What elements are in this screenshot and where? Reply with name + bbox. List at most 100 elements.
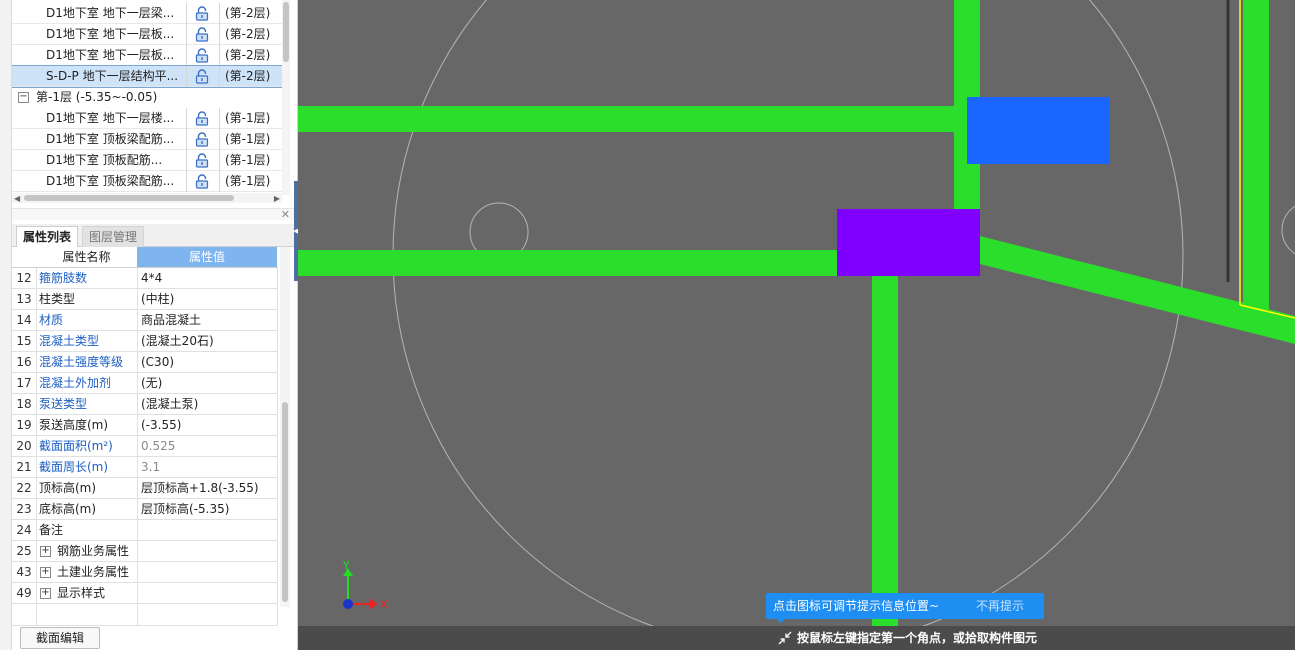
property-group-row[interactable]: 25 + 钢筋业务属性: [12, 541, 278, 562]
tree-item-floor: (第-1层): [225, 132, 271, 146]
property-row[interactable]: 14 材质 商品混凝土: [12, 310, 278, 331]
tree-item[interactable]: D1地下室 地下一层梁... (第-2层): [12, 3, 282, 24]
property-name: 底标高(m): [39, 502, 97, 516]
property-row[interactable]: 18 泵送类型 (混凝土泵): [12, 394, 278, 415]
property-value[interactable]: 0.525: [141, 436, 277, 456]
property-row[interactable]: 24 备注: [12, 520, 278, 541]
property-row[interactable]: 23 底标高(m) 层顶标高(-5.35): [12, 499, 278, 520]
property-name: 混凝土类型: [39, 334, 100, 348]
collapse-icon[interactable]: −: [18, 92, 29, 103]
property-row[interactable]: 17 混凝土外加剂 (无): [12, 373, 278, 394]
row-number: 49: [16, 586, 32, 600]
shrink-arrows-icon[interactable]: [778, 631, 792, 645]
property-value[interactable]: 层顶标高(-5.35): [141, 499, 277, 519]
layer-tree: D1地下室 地下一层梁... (第-2层) D1地下室 地下一层板... (第-…: [12, 0, 294, 195]
row-number: 18: [16, 397, 32, 411]
beam-vertical-bottom[interactable]: [872, 275, 898, 626]
property-value[interactable]: (中柱): [141, 289, 277, 309]
scroll-thumb[interactable]: [283, 2, 289, 62]
property-name: 混凝土强度等级: [39, 355, 124, 369]
property-row[interactable]: 15 混凝土类型 (混凝土20石): [12, 331, 278, 352]
property-row[interactable]: 16 混凝土强度等级 (C30): [12, 352, 278, 373]
tree-item-floor: (第-2层): [225, 48, 271, 62]
tree-group-floor[interactable]: − 第-1层 (-5.35~-0.05): [12, 87, 282, 108]
property-group-row[interactable]: 43 + 土建业务属性: [12, 562, 278, 583]
tree-item[interactable]: D1地下室 地下一层楼... (第-1层): [12, 108, 282, 129]
tree-item[interactable]: D1地下室 顶板梁配筋... (第-1层): [12, 171, 282, 192]
scroll-thumb[interactable]: [24, 195, 234, 201]
property-row[interactable]: 12 箍筋肢数 4*4: [12, 268, 278, 289]
section-edit-button[interactable]: 截面编辑: [20, 627, 100, 649]
tree-horizontal-scrollbar[interactable]: ◀ ▶: [12, 193, 282, 203]
property-name: 土建业务属性: [57, 565, 130, 579]
property-row[interactable]: 19 泵送高度(m) (-3.55): [12, 415, 278, 436]
property-value[interactable]: (C30): [141, 352, 277, 372]
lock-icon[interactable]: [195, 69, 209, 84]
scroll-right-icon[interactable]: ▶: [274, 194, 280, 203]
property-value[interactable]: (无): [141, 373, 277, 393]
drawing-canvas[interactable]: Y X: [298, 0, 1295, 626]
property-row[interactable]: 21 截面周长(m) 3.1: [12, 457, 278, 478]
header-property-name: 属性名称: [36, 247, 137, 267]
tree-item-selected[interactable]: S-D-P 地下一层结构平... (第-2层): [12, 65, 283, 88]
header-property-value: 属性值: [137, 247, 277, 267]
panel-splitter[interactable]: ✕: [12, 208, 294, 221]
expand-icon[interactable]: +: [40, 567, 51, 578]
tab-properties[interactable]: 属性列表: [16, 226, 79, 247]
property-vertical-scrollbar[interactable]: [280, 247, 290, 607]
tab-layer-management[interactable]: 图层管理: [82, 226, 145, 247]
lock-icon[interactable]: [195, 111, 209, 126]
tree-item[interactable]: D1地下室 地下一层板... (第-2层): [12, 45, 282, 66]
property-value[interactable]: 商品混凝土: [141, 310, 277, 330]
tree-item-name: D1地下室 地下一层楼...: [46, 111, 175, 125]
axis-circle-small-right: [1281, 205, 1295, 255]
lock-icon[interactable]: [195, 48, 209, 63]
row-number: 14: [16, 313, 32, 327]
property-value[interactable]: 3.1: [141, 457, 277, 477]
lock-icon[interactable]: [195, 132, 209, 147]
property-row[interactable]: 20 截面面积(m²) 0.525: [12, 436, 278, 457]
lock-icon[interactable]: [195, 153, 209, 168]
beam-vertical-right[interactable]: [1243, 0, 1269, 310]
dont-show-again-link[interactable]: 不再提示: [976, 593, 1024, 619]
property-value[interactable]: (混凝土泵): [141, 394, 277, 414]
property-group-row[interactable]: 49 + 显示样式: [12, 583, 278, 604]
property-name: 截面面积(m²): [39, 439, 113, 453]
lock-icon[interactable]: [195, 6, 209, 21]
row-number: 25: [16, 544, 32, 558]
property-value[interactable]: (-3.55): [141, 415, 277, 435]
row-number: 21: [16, 460, 32, 474]
property-value[interactable]: (混凝土20石): [141, 331, 277, 351]
property-row[interactable]: 13 柱类型 (中柱): [12, 289, 278, 310]
property-row-empty: [12, 604, 278, 626]
axis-circle-large: [392, 0, 1184, 626]
property-name: 材质: [39, 313, 64, 327]
tree-item[interactable]: D1地下室 地下一层板... (第-2层): [12, 24, 282, 45]
left-strip: [0, 0, 12, 650]
beam-horizontal-top[interactable]: [298, 106, 978, 132]
tree-vertical-scrollbar[interactable]: [282, 0, 290, 195]
cad-viewport[interactable]: Y X: [298, 0, 1295, 626]
tree-item-name: D1地下室 地下一层板...: [46, 27, 175, 41]
property-row[interactable]: 22 顶标高(m) 层顶标高+1.8(-3.55): [12, 478, 278, 499]
row-number: 12: [16, 271, 32, 285]
scroll-thumb[interactable]: [282, 402, 288, 602]
beam-horizontal-bottom[interactable]: [298, 250, 843, 276]
hint-message[interactable]: 点击图标可调节提示信息位置~: [773, 593, 939, 619]
property-value[interactable]: 层顶标高+1.8(-3.55): [141, 478, 277, 498]
close-icon[interactable]: ✕: [281, 208, 290, 221]
column-blue[interactable]: [967, 97, 1110, 164]
property-name: 钢筋业务属性: [57, 544, 130, 558]
expand-icon[interactable]: +: [40, 546, 51, 557]
column-purple[interactable]: [837, 209, 980, 276]
lock-icon[interactable]: [195, 27, 209, 42]
tree-item-floor: (第-1层): [225, 174, 271, 188]
expand-icon[interactable]: +: [40, 588, 51, 599]
hint-tooltip[interactable]: 点击图标可调节提示信息位置~ 不再提示: [766, 593, 1044, 619]
scroll-left-icon[interactable]: ◀: [14, 194, 20, 203]
tree-item[interactable]: D1地下室 顶板配筋... (第-1层): [12, 150, 282, 171]
tree-item[interactable]: D1地下室 顶板梁配筋... (第-1层): [12, 129, 282, 150]
lock-icon[interactable]: [195, 174, 209, 189]
tree-item-floor: (第-1层): [225, 111, 271, 125]
property-value[interactable]: 4*4: [141, 268, 277, 288]
